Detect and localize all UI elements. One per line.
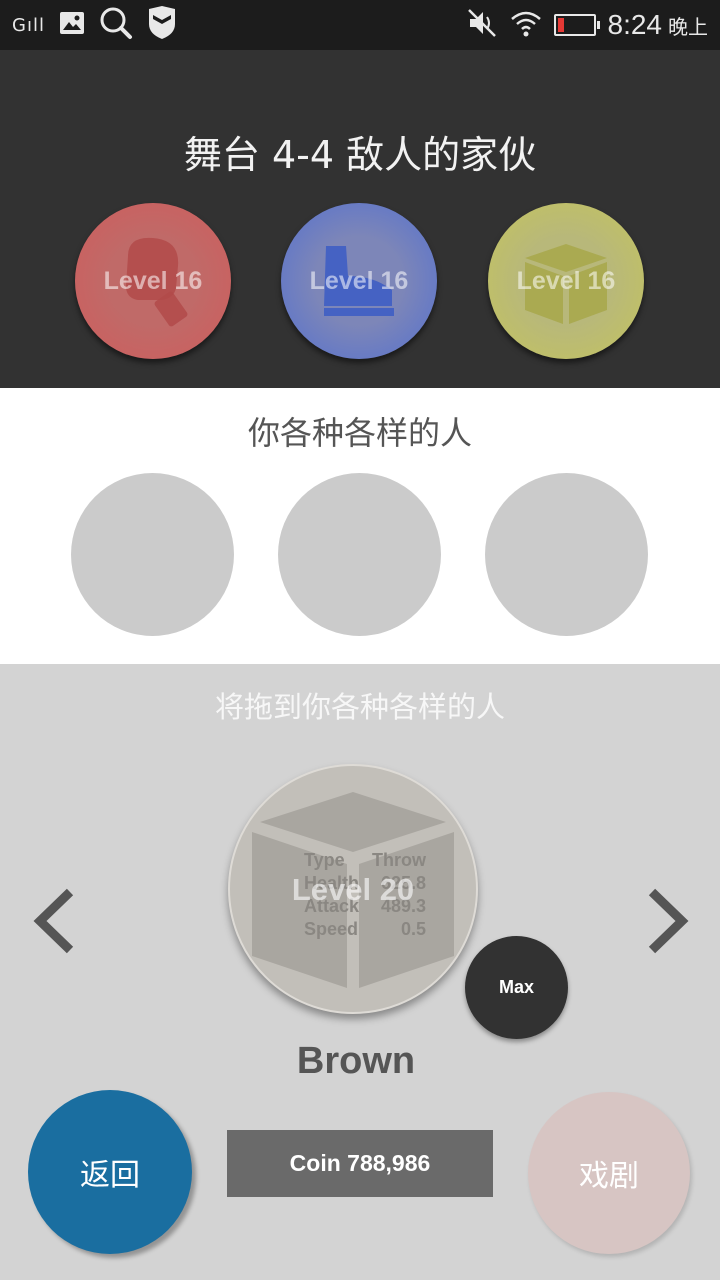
wifi-icon <box>510 9 542 41</box>
enemy-slot-2[interactable]: Level 16 <box>281 203 437 359</box>
character-card[interactable]: Type Throw Health 625.8 Attack 489.3 Speed 0… <box>228 764 478 1014</box>
character-name: Brown <box>296 1040 416 1082</box>
chevron-left-icon[interactable] <box>30 886 80 956</box>
drag-hint: 将拖到你各种各样的人 <box>214 690 505 724</box>
enemy-slot-3[interactable]: Level 16 <box>488 203 644 359</box>
mute-icon <box>466 7 498 43</box>
stat-row: Type Throw <box>304 850 426 873</box>
battery-icon <box>553 14 600 36</box>
your-team-panel: 你各种各样的人 <box>0 388 720 664</box>
max-button[interactable]: Max <box>465 936 568 1039</box>
coin-balance: Coin 788,986 <box>227 1130 493 1197</box>
search-icon <box>99 6 133 44</box>
team-slot-3[interactable] <box>485 473 648 636</box>
stat-label: Speed <box>304 919 359 939</box>
team-title: 你各种各样的人 <box>247 414 472 452</box>
image-icon <box>59 11 85 39</box>
status-bar: Gıll 8:24 晚上 <box>0 0 720 50</box>
enemy-slot-1[interactable]: Level 16 <box>75 203 231 359</box>
character-level: Level 20 <box>291 872 415 907</box>
enemy-panel: 舞台 4-4 敌人的家伙 Level 16 Level 16 Level 16 <box>0 50 720 388</box>
chevron-right-icon[interactable] <box>642 886 692 956</box>
character-selector: 将拖到你各种各样的人 Type Throw Health 625.8 Attack 4… <box>0 664 720 1280</box>
back-button[interactable]: 返回 <box>28 1090 192 1254</box>
enemy-level-label: Level 16 <box>103 266 203 295</box>
stage-title: 舞台 4-4 敌人的家伙 <box>183 133 537 177</box>
enemy-level-label: Level 16 <box>309 266 409 295</box>
stat-value: Throw <box>372 850 426 870</box>
clock-ampm: 晚上 <box>668 14 708 39</box>
team-slot-1[interactable] <box>71 473 234 636</box>
enemy-level-label: Level 16 <box>516 266 616 295</box>
play-button[interactable]: 戏剧 <box>528 1092 690 1254</box>
stat-label: Type <box>304 850 345 870</box>
stat-row: Speed 0.5 <box>304 919 426 942</box>
clock-time: 8:24 <box>607 9 663 40</box>
shield-icon <box>147 6 177 44</box>
stat-value: 0.5 <box>400 919 426 939</box>
signal-icon: Gıll <box>12 14 45 36</box>
team-slot-2[interactable] <box>278 473 441 636</box>
